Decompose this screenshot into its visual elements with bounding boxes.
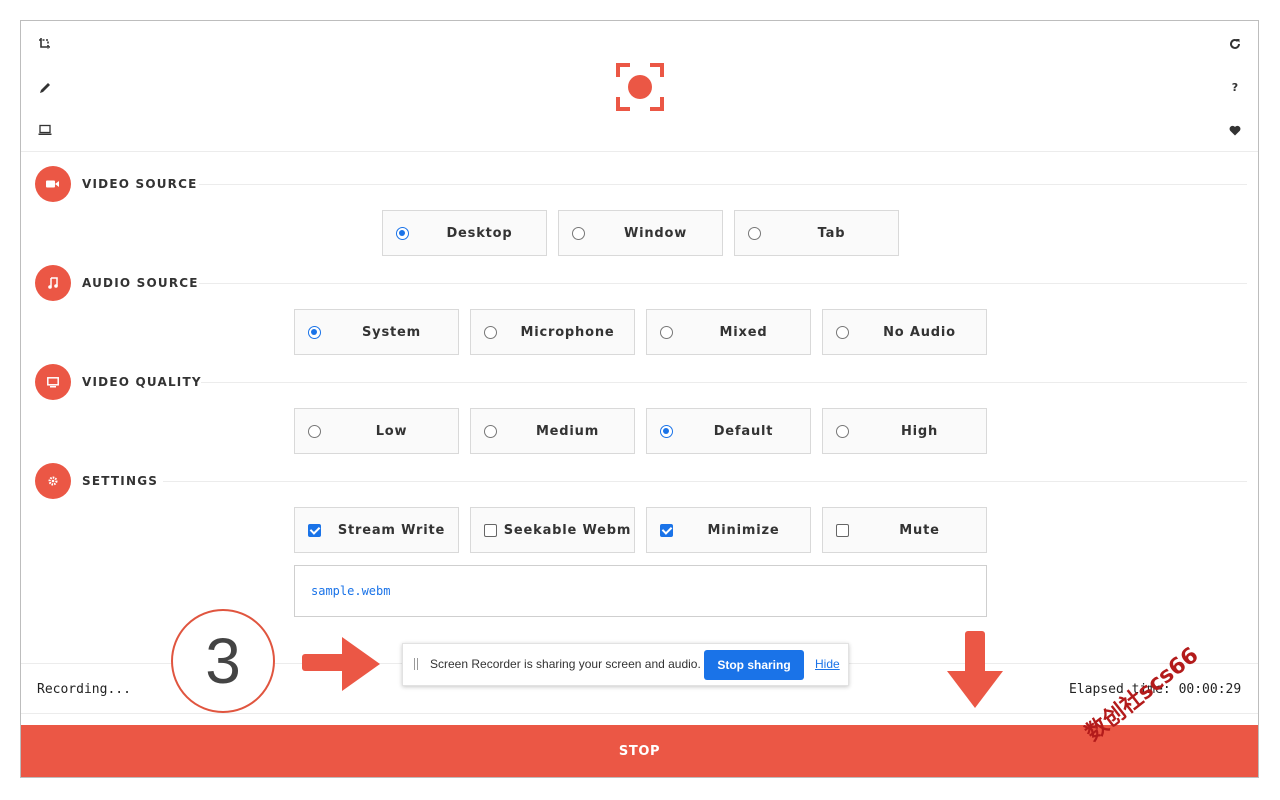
radio-button[interactable]	[836, 326, 849, 339]
checkbox[interactable]	[836, 524, 849, 537]
option-medium[interactable]: Medium	[470, 408, 635, 454]
option-label: Default	[713, 424, 774, 439]
option-mixed[interactable]: Mixed	[646, 309, 811, 355]
section-title: VIDEO SOURCE	[82, 177, 198, 191]
option-label: Low	[375, 424, 408, 439]
header-divider	[21, 151, 1258, 152]
option-label: System	[362, 325, 421, 340]
radio-button[interactable]	[484, 425, 497, 438]
section-divider	[201, 382, 1247, 383]
section-divider	[199, 283, 1247, 284]
option-label: Minimize	[707, 523, 780, 538]
refresh-icon[interactable]	[1228, 37, 1242, 51]
arrow-down-icon	[945, 631, 1005, 715]
radio-button[interactable]	[308, 326, 321, 339]
radio-button[interactable]	[396, 227, 409, 240]
option-label: Mixed	[719, 325, 768, 340]
step-number-badge: 3	[171, 609, 275, 713]
checkbox[interactable]	[308, 524, 321, 537]
option-stream-write[interactable]: Stream Write	[294, 507, 459, 553]
music-note-icon	[35, 265, 71, 301]
section-title: VIDEO QUALITY	[82, 375, 202, 389]
option-default[interactable]: Default	[646, 408, 811, 454]
stop-sharing-button[interactable]: Stop sharing	[704, 650, 804, 680]
gear-icon	[35, 463, 71, 499]
pencil-icon[interactable]	[38, 80, 52, 94]
drag-handle-icon[interactable]	[414, 658, 420, 670]
radio-button[interactable]	[748, 227, 761, 240]
video-camera-icon	[35, 166, 71, 202]
option-label: No Audio	[883, 325, 956, 340]
option-label: Desktop	[446, 226, 513, 241]
option-no-audio[interactable]: No Audio	[822, 309, 987, 355]
recording-status: Recording...	[37, 682, 131, 697]
monitor-icon	[35, 364, 71, 400]
section-divider	[199, 184, 1247, 185]
radio-button[interactable]	[308, 425, 321, 438]
option-system[interactable]: System	[294, 309, 459, 355]
option-window[interactable]: Window	[558, 210, 723, 256]
option-label: Tab	[817, 226, 846, 241]
laptop-icon[interactable]	[38, 123, 52, 137]
option-desktop[interactable]: Desktop	[382, 210, 547, 256]
option-high[interactable]: High	[822, 408, 987, 454]
radio-button[interactable]	[660, 326, 673, 339]
crop-icon[interactable]	[38, 37, 52, 51]
option-label: High	[900, 424, 939, 439]
option-microphone[interactable]: Microphone	[470, 309, 635, 355]
hide-link[interactable]: Hide	[815, 657, 840, 671]
option-mute[interactable]: Mute	[822, 507, 987, 553]
radio-button[interactable]	[660, 425, 673, 438]
elapsed-value: 00:00:29	[1178, 682, 1242, 697]
radio-button[interactable]	[572, 227, 585, 240]
status-divider-bottom	[21, 713, 1258, 714]
section-title: AUDIO SOURCE	[82, 276, 199, 290]
option-minimize[interactable]: Minimize	[646, 507, 811, 553]
heart-icon[interactable]	[1228, 123, 1242, 137]
option-label: Mute	[899, 523, 940, 538]
section-divider	[163, 481, 1247, 482]
filename-input[interactable]: sample.webm	[294, 565, 987, 617]
checkbox[interactable]	[660, 524, 673, 537]
option-label: Seekable Webm	[503, 523, 632, 538]
arrow-right-icon	[302, 635, 382, 697]
sharing-message: Screen Recorder is sharing your screen a…	[430, 657, 701, 671]
record-logo-icon	[616, 63, 664, 111]
section-title: SETTINGS	[82, 474, 159, 488]
checkbox[interactable]	[484, 524, 497, 537]
option-tab[interactable]: Tab	[734, 210, 899, 256]
option-seekable-webm[interactable]: Seekable Webm	[470, 507, 635, 553]
option-label: Window	[623, 226, 688, 241]
screen-sharing-bar: Screen Recorder is sharing your screen a…	[402, 643, 849, 686]
help-icon[interactable]: ?	[1228, 80, 1242, 94]
option-label: Medium	[535, 424, 600, 439]
option-low[interactable]: Low	[294, 408, 459, 454]
stop-button[interactable]: STOP	[21, 725, 1258, 777]
option-label: Stream Write	[337, 523, 446, 538]
radio-button[interactable]	[484, 326, 497, 339]
radio-button[interactable]	[836, 425, 849, 438]
option-label: Microphone	[520, 325, 615, 340]
